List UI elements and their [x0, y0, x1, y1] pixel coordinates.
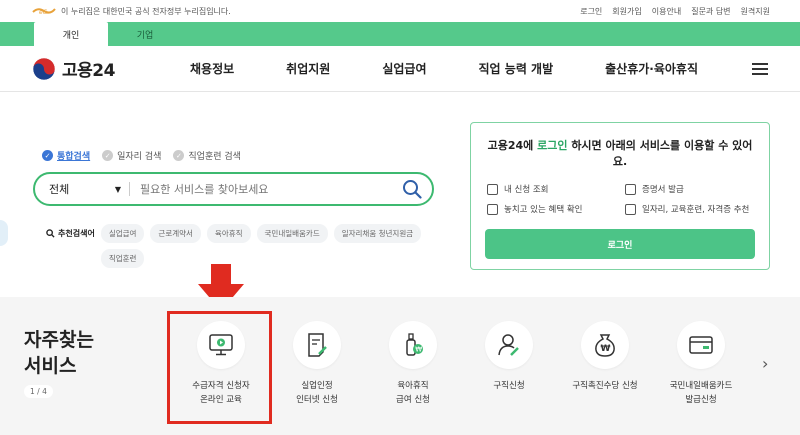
keyword-chip[interactable]: 직업훈련: [100, 249, 145, 268]
main-header: 고용24 채용정보 취업지원 실업급여 직업 능력 개발 출산휴가·육아휴직: [0, 46, 800, 92]
feature-missed-benefits[interactable]: 놓치고 있는 혜택 확인: [487, 203, 625, 215]
check-icon: ✓: [42, 150, 53, 161]
search-type-options: ✓ 통합검색 ✓ 일자리 검색 ✓ 직업훈련 검색: [42, 149, 241, 162]
chevron-right-icon[interactable]: ›: [762, 354, 768, 373]
service-unemployment-certification[interactable]: 실업인정 인터넷 신청: [269, 321, 365, 407]
brand-name: 고용24: [62, 61, 115, 81]
svg-text:₩: ₩: [415, 346, 422, 354]
main-section: ✓ 통합검색 ✓ 일자리 검색 ✓ 직업훈련 검색 전체 ▼ 추: [0, 92, 800, 311]
keyword-chip[interactable]: 근로계약서: [150, 224, 201, 243]
taegeuk-logo-icon: [32, 57, 56, 80]
highlight-box: [167, 311, 272, 424]
list-icon: [487, 183, 498, 195]
divider: [129, 182, 130, 196]
card-icon: [689, 336, 713, 354]
nav-item-parental-leave[interactable]: 출산휴가·육아휴직: [605, 60, 698, 77]
search-icon[interactable]: [402, 179, 422, 199]
search-scope-select[interactable]: 전체 ▼: [49, 181, 129, 197]
nav-item-vocational-training[interactable]: 직업 능력 개발: [479, 60, 554, 77]
keyword-chip[interactable]: 육아휴직: [206, 224, 251, 243]
person-edit-icon: [498, 334, 519, 356]
login-link[interactable]: 로그인: [537, 139, 567, 152]
service-icon-circle: [293, 321, 341, 369]
audience-tabbar: 개인 기업: [0, 22, 800, 46]
tab-business[interactable]: 기업: [108, 22, 182, 46]
feature-recommendations[interactable]: 일자리, 교육훈련, 자격증 추천: [625, 203, 763, 215]
service-job-application[interactable]: 구직신청: [461, 321, 557, 407]
login-button[interactable]: 로그인: [485, 229, 755, 259]
service-training-card[interactable]: 국민내일배움카드 발급신청: [653, 321, 749, 407]
caret-down-icon: ▼: [114, 184, 121, 194]
feature-certificates[interactable]: 증명서 발급: [625, 183, 763, 195]
keyword-chips: 실업급여 근로계약서 육아휴직 국민내일배움카드 일자리채움 청년지원금직업훈련: [100, 224, 431, 268]
money-bag-icon: ₩: [595, 334, 615, 357]
login-features: 내 신청 조회 증명서 발급 놓치고 있는 혜택 확인 일자리, 교육훈련, 자…: [485, 183, 755, 215]
tab-personal[interactable]: 개인: [34, 22, 108, 46]
decorative-shape: [0, 220, 8, 246]
top-notice-bar: eG 이 누리집은 대한민국 공식 전자정부 누리집입니다. 로그인 회원가입 이용…: [0, 0, 800, 22]
main-nav: 채용정보 취업지원 실업급여 직업 능력 개발 출산휴가·육아휴직: [172, 60, 752, 77]
login-card-title: 고용24에 로그인 하시면 아래의 서비스를 이용할 수 있어요.: [487, 139, 753, 168]
check-icon: ✓: [102, 150, 114, 161]
svg-text:₩: ₩: [601, 344, 611, 354]
service-icon-circle: [485, 321, 533, 369]
search-box: 전체 ▼: [33, 172, 434, 206]
service-icon-circle: ₩: [581, 321, 629, 369]
nav-item-unemployment-benefits[interactable]: 실업급여: [382, 60, 426, 77]
search-input[interactable]: [140, 182, 402, 196]
top-link-0[interactable]: 로그인: [580, 6, 602, 17]
search-option-jobs[interactable]: ✓ 일자리 검색: [102, 149, 161, 162]
top-link-2[interactable]: 이용안내: [652, 6, 681, 17]
nav-item-employment-support[interactable]: 취업지원: [286, 60, 330, 77]
egov-logo-icon: eG: [32, 8, 56, 16]
services-pager: 1 / 4: [24, 385, 53, 398]
top-link-1[interactable]: 회원가입: [612, 6, 641, 17]
check-icon: ✓: [173, 150, 185, 161]
top-link-3[interactable]: 질문과 답변: [691, 6, 730, 17]
official-notice: 이 누리집은 대한민국 공식 전자정부 누리집입니다.: [61, 6, 231, 16]
baby-bottle-coin-icon: ₩: [406, 333, 423, 356]
login-card: 고용24에 로그인 하시면 아래의 서비스를 이용할 수 있어요. 내 신청 조…: [470, 122, 770, 270]
svg-text:eG: eG: [39, 9, 48, 16]
document-pen-icon: [308, 333, 327, 357]
recommended-label: 추천검색어: [46, 224, 95, 239]
keyword-chip[interactable]: 실업급여: [100, 224, 145, 243]
certificate-icon: [625, 183, 636, 195]
recommend-icon: [625, 203, 636, 215]
frequent-services: 자주찾는 서비스 1 / 4 수급자격 신청자 온라인 교육 실업인정 인터넷 …: [0, 297, 800, 435]
menu-icon[interactable]: [752, 62, 768, 75]
service-icon-circle: ₩: [389, 321, 437, 369]
feature-my-applications[interactable]: 내 신청 조회: [487, 183, 625, 195]
recommended-keywords: 추천검색어 실업급여 근로계약서 육아휴직 국민내일배움카드 일자리채움 청년지원금직업…: [46, 224, 431, 268]
search-option-training[interactable]: ✓ 직업훈련 검색: [173, 149, 241, 162]
keyword-chip[interactable]: 국민내일배움카드: [256, 224, 328, 243]
service-parental-leave-benefit[interactable]: ₩ 육아휴직 급여 신청: [365, 321, 461, 407]
top-link-4[interactable]: 원격지원: [741, 6, 770, 17]
service-icon-circle: [677, 321, 725, 369]
services-title: 자주찾는 서비스: [24, 329, 94, 377]
document-search-icon: [487, 203, 498, 215]
brand-logo[interactable]: 고용24: [32, 56, 172, 81]
nav-item-jobs[interactable]: 채용정보: [190, 60, 234, 77]
keyword-chip[interactable]: 일자리채움 청년지원금: [333, 224, 422, 243]
search-icon: [46, 229, 55, 238]
service-job-promotion-allowance[interactable]: ₩ 구직촉진수당 신청: [557, 321, 653, 407]
search-option-integrated[interactable]: ✓ 통합검색: [42, 149, 90, 162]
